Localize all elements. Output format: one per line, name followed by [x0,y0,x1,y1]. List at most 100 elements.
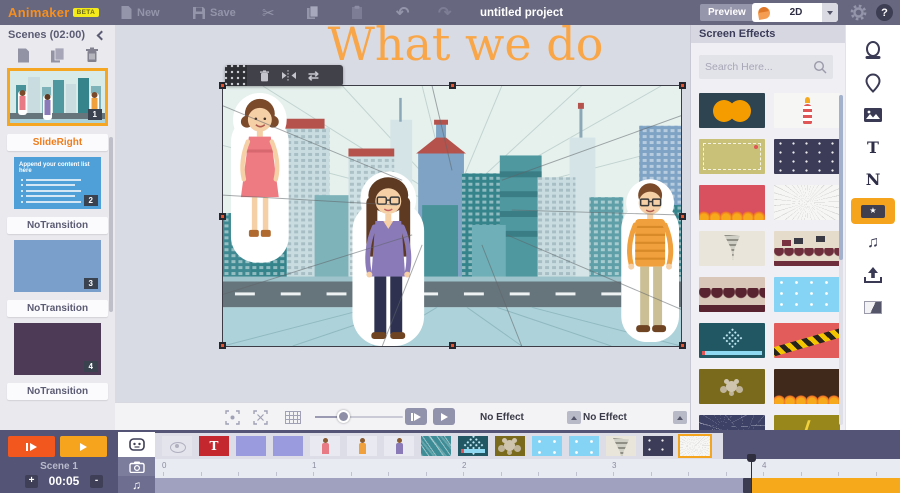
effect-caution-tape[interactable] [774,323,840,358]
timeline-item-effect-rain[interactable] [421,436,451,456]
tab-music[interactable] [846,227,900,259]
timeline-item-shape[interactable] [273,436,303,456]
scene-thumbnail-1[interactable]: 1 [7,68,108,126]
timeline-item-character-purple[interactable] [384,436,414,456]
resize-handle[interactable] [219,342,226,349]
effect-starry-night[interactable] [774,139,840,174]
duplicate-scene-icon[interactable] [50,47,67,63]
new-button[interactable]: New [120,0,160,25]
flip-button[interactable] [282,70,296,81]
help-button[interactable]: ? [876,4,893,21]
center-focus-button[interactable] [225,403,240,430]
effect-fire[interactable] [699,185,765,220]
items-track-button[interactable] [118,432,155,457]
play-from-here-button[interactable] [405,408,427,425]
scene-thumbnail-3[interactable]: 3 [14,240,101,292]
tab-characters[interactable] [846,35,900,67]
effect-camera-frame[interactable] [699,139,765,174]
chevron-down-icon[interactable] [822,3,838,22]
effect-rocket[interactable] [774,93,840,128]
resize-handle[interactable] [449,342,456,349]
character-orange-shirt[interactable] [621,179,679,342]
timeline-item-effect-snow[interactable] [569,436,599,456]
preview-button[interactable]: Preview [700,4,754,21]
effect-snowfall[interactable] [774,277,840,312]
settings-button[interactable] [850,0,867,25]
timeline-item-title[interactable]: T [199,436,229,456]
effect-tornado[interactable] [699,231,765,266]
save-button[interactable]: Save [192,0,236,25]
tab-properties[interactable] [846,67,900,99]
collapse-panel-icon[interactable] [97,30,107,40]
audio-clip-gray[interactable] [155,478,747,493]
scene-thumbnail-4[interactable]: 4 [14,323,101,375]
city-scene-image[interactable] [223,86,681,346]
timeline-ruler[interactable]: 01234 [155,459,900,478]
undo-button[interactable]: ↶ [396,0,409,25]
app-logo[interactable]: Animaker Beta [8,0,99,25]
slide-canvas[interactable] [222,85,682,347]
mode-dropdown[interactable]: 2D [752,3,838,22]
character-pink-dress[interactable] [231,93,289,263]
effect-protest-crowd[interactable] [774,231,840,266]
play-current-scene-button[interactable] [8,436,55,457]
transition-button-scene-2[interactable]: NoTransition [7,217,108,234]
effect-flames[interactable] [774,369,840,404]
enter-effect-dropdown-button[interactable] [567,411,581,424]
drag-handle-icon[interactable] [225,65,247,86]
timeline-item-effect-screen[interactable] [458,436,488,456]
copy-button[interactable] [306,0,320,25]
timeline-item-character-orange[interactable] [347,436,377,456]
increase-duration-button[interactable]: + [25,475,38,488]
timeline-item-visibility[interactable] [162,436,192,456]
tab-effects-active[interactable] [851,198,895,224]
timeline-item-shape[interactable] [236,436,266,456]
transition-button-scene-4[interactable]: NoTransition [7,383,108,400]
play-all-button[interactable] [60,436,107,457]
fit-screen-button[interactable] [253,403,268,430]
decrease-duration-button[interactable]: - [90,475,103,488]
zoom-slider-thumb[interactable] [337,410,350,423]
transition-button-scene-1[interactable]: SlideRight [7,134,108,151]
timeline-item-effect-tornado[interactable] [606,436,636,456]
grid-toggle-button[interactable] [285,403,301,430]
resize-handle[interactable] [449,82,456,89]
timeline-item-effect-speedlines[interactable] [680,436,710,456]
effect-binocular-view[interactable] [699,93,765,128]
tab-upload[interactable] [846,259,900,291]
search-input[interactable] [705,61,813,73]
effect-broken-glass[interactable] [699,415,765,430]
transition-button-scene-3[interactable]: NoTransition [7,300,108,317]
delete-scene-icon[interactable] [85,47,99,63]
timeline-item-character-pink[interactable] [310,436,340,456]
effects-scrollbar[interactable] [839,95,843,425]
play-scene-button[interactable] [433,408,455,425]
cut-button[interactable]: ✂ [262,0,275,25]
scenes-scrollbar[interactable] [109,137,113,312]
effect-lightning[interactable] [774,415,840,430]
paste-button[interactable] [350,0,364,25]
redo-button[interactable]: ↷ [438,0,451,25]
timeline-item-effect-smoke[interactable] [495,436,525,456]
effects-search-box[interactable] [699,55,833,79]
audio-clip-orange[interactable] [752,478,900,493]
effect-video-screen[interactable] [699,323,765,358]
effect-speed-lines[interactable] [774,185,840,220]
timeline-item-effect-starry[interactable] [643,436,673,456]
resize-handle[interactable] [679,342,686,349]
add-scene-icon[interactable] [16,47,31,63]
tab-images[interactable] [846,99,900,131]
resize-handle[interactable] [679,82,686,89]
tab-transitions[interactable] [846,291,900,323]
timeline-item-effect-snow[interactable] [532,436,562,456]
resize-handle[interactable] [219,213,226,220]
enter-effect-label[interactable]: No Effect [480,403,524,430]
camera-track-button[interactable] [118,457,155,476]
scene-thumbnail-2[interactable]: Append your content list here2 [14,157,101,209]
swap-button[interactable]: ⇄ [308,68,319,84]
resize-handle[interactable] [679,213,686,220]
audio-track-button[interactable] [118,476,155,493]
project-title[interactable]: untitled project [480,0,563,25]
effect-smoke-blast[interactable] [699,369,765,404]
effect-crowd[interactable] [699,277,765,312]
